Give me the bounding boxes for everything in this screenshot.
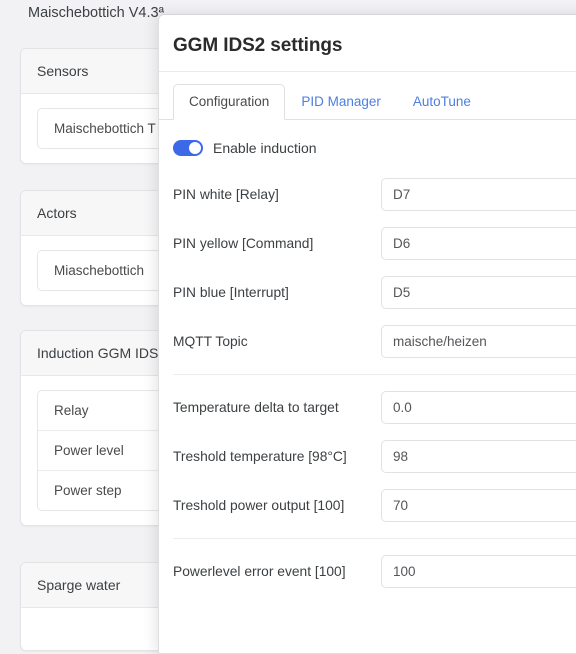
section-divider (173, 538, 576, 539)
input-threshold-power-output[interactable] (381, 489, 576, 522)
input-temperature-delta[interactable] (381, 391, 576, 424)
field-row-mqtt-topic: MQTT Topic (173, 317, 576, 366)
field-row-threshold-temperature: Treshold temperature [98°C] (173, 432, 576, 481)
toggle-knob-icon (189, 142, 201, 154)
dialog-header: GGM IDS2 settings (159, 15, 576, 72)
enable-induction-row: Enable induction (173, 136, 576, 170)
label-threshold-temperature: Treshold temperature [98°C] (173, 449, 381, 464)
section-divider (173, 374, 576, 375)
label-pin-blue: PIN blue [Interrupt] (173, 285, 381, 300)
field-row-temperature-delta: Temperature delta to target (173, 383, 576, 432)
input-threshold-temperature[interactable] (381, 440, 576, 473)
label-powerlevel-error-event: Powerlevel error event [100] (173, 564, 381, 579)
field-row-powerlevel-error-event: Powerlevel error event [100] (173, 547, 576, 596)
tab-pid-manager[interactable]: PID Manager (285, 84, 397, 120)
input-mqtt-topic[interactable] (381, 325, 576, 358)
dialog-tabs: Configuration PID Manager AutoTune (159, 72, 576, 120)
label-temperature-delta: Temperature delta to target (173, 400, 381, 415)
label-pin-white: PIN white [Relay] (173, 187, 381, 202)
dialog-title: GGM IDS2 settings (173, 35, 576, 57)
label-mqtt-topic: MQTT Topic (173, 334, 381, 349)
label-threshold-power-output: Treshold power output [100] (173, 498, 381, 513)
field-row-pin-yellow: PIN yellow [Command] (173, 219, 576, 268)
enable-induction-toggle[interactable] (173, 140, 203, 156)
field-row-pin-white: PIN white [Relay] (173, 170, 576, 219)
input-pin-white[interactable] (381, 178, 576, 211)
input-pin-blue[interactable] (381, 276, 576, 309)
field-row-pin-blue: PIN blue [Interrupt] (173, 268, 576, 317)
label-pin-yellow: PIN yellow [Command] (173, 236, 381, 251)
page-title: Maischebottich V4.3ª (28, 5, 164, 21)
enable-induction-label: Enable induction (213, 140, 317, 156)
settings-dialog: GGM IDS2 settings Configuration PID Mana… (158, 14, 576, 654)
input-powerlevel-error-event[interactable] (381, 555, 576, 588)
input-pin-yellow[interactable] (381, 227, 576, 260)
field-row-threshold-power-output: Treshold power output [100] (173, 481, 576, 530)
tab-configuration[interactable]: Configuration (173, 84, 285, 120)
dialog-body: Enable induction PIN white [Relay] PIN y… (159, 120, 576, 596)
tab-autotune[interactable]: AutoTune (397, 84, 487, 120)
